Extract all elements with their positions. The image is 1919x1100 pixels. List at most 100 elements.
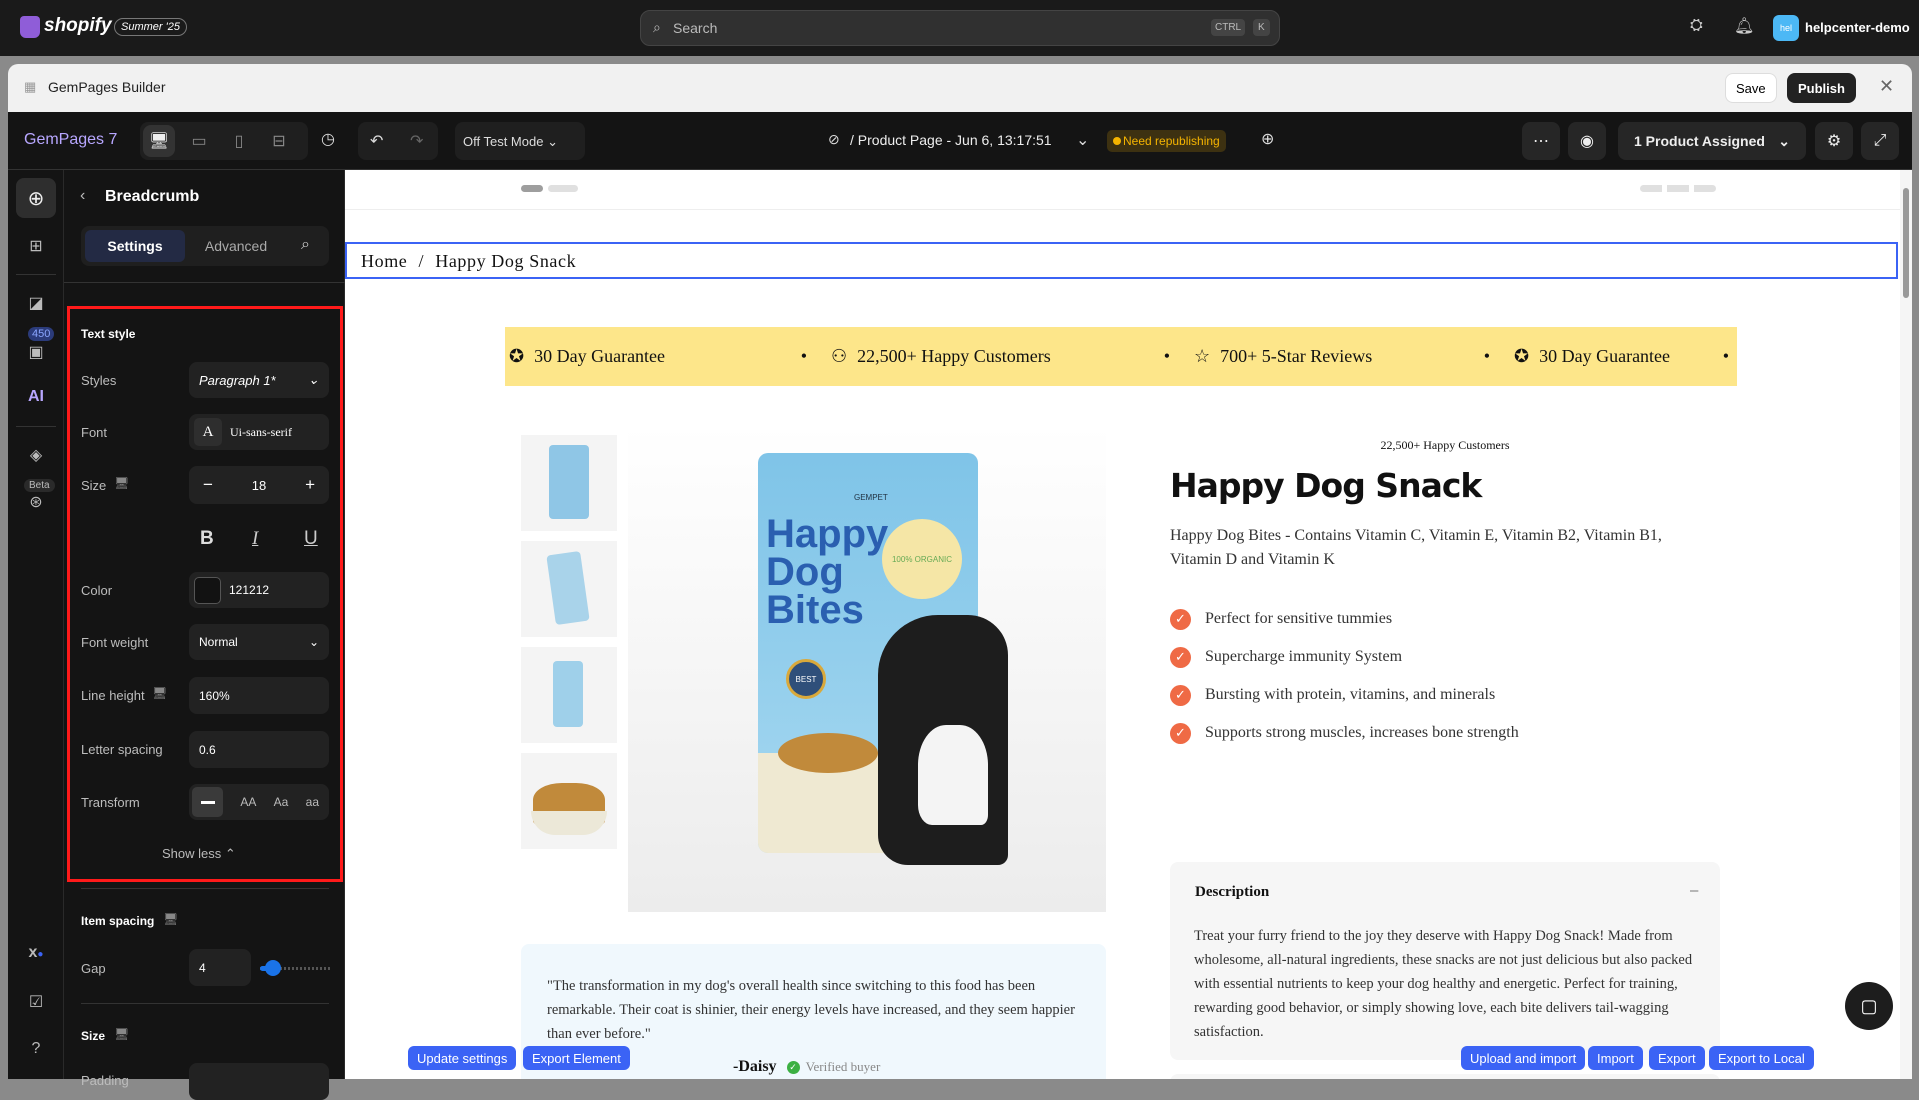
help-icon[interactable]: ? [8, 1040, 64, 1058]
description-title[interactable]: Description [1195, 884, 1269, 901]
underline-button[interactable]: U [304, 528, 318, 550]
pages-icon[interactable]: ◪ [8, 293, 64, 313]
history-icon[interactable]: ◷ [321, 129, 335, 149]
transform-uppercase[interactable]: AA [240, 795, 256, 809]
size-label: Size [81, 478, 107, 493]
search-input[interactable]: ⌕ Search CTRL K [640, 10, 1280, 46]
desktop-icon: 🖥︎ [152, 686, 168, 700]
undo-icon[interactable]: ↶ [370, 131, 383, 151]
ai-icon[interactable]: AI [8, 388, 64, 406]
decrement-button[interactable]: − [203, 475, 213, 495]
product-image[interactable]: GEMPET Happy Dog Bites 100% ORGANIC BEST [628, 425, 1106, 912]
export-button[interactable]: Export [1649, 1046, 1705, 1070]
upload-import-button[interactable]: Upload and import [1461, 1046, 1586, 1070]
dash-icon [200, 800, 215, 804]
collapse-icon[interactable]: – [1690, 882, 1698, 899]
more-button[interactable]: ⋯ [1522, 122, 1560, 160]
apps-icon[interactable]: ⛭ [1690, 17, 1703, 35]
layers-icon[interactable]: ◈ [8, 445, 64, 465]
test-mode-dropdown[interactable]: Off Test Mode ⌄ [455, 122, 585, 160]
chat-icon[interactable]: ▢ [1845, 982, 1893, 1030]
thumbnail[interactable] [521, 647, 617, 743]
chevron-down-icon: ⌄ [308, 372, 319, 387]
chevron-down-icon[interactable]: ⌄ [1076, 130, 1089, 150]
shopify-logo[interactable]: shopify [44, 15, 112, 37]
bag-text: Dog [766, 550, 844, 594]
color-swatch[interactable] [194, 576, 221, 604]
checklist-icon[interactable]: ☑ [8, 992, 64, 1012]
feature-item: ✓ Supercharge immunity System [1170, 638, 1519, 676]
chevron-up-icon: ⌃ [224, 846, 236, 861]
thumbnail[interactable] [521, 541, 617, 637]
thumbnail[interactable] [521, 435, 617, 531]
import-button[interactable]: Import [1588, 1046, 1643, 1070]
layout-icon[interactable]: ⊟ [263, 125, 295, 157]
app-title: GemPages Builder [48, 79, 166, 95]
apps-grid-icon[interactable]: ⊞ [8, 236, 64, 256]
breadcrumb[interactable]: Home / Happy Dog Snack [345, 242, 1898, 279]
export-local-button[interactable]: Export to Local [1709, 1046, 1814, 1070]
x-integration-icon[interactable]: x● [8, 944, 64, 962]
color-value[interactable]: 121212 [229, 583, 269, 597]
size-value[interactable]: 18 [252, 478, 266, 493]
pager-dot[interactable] [548, 185, 578, 192]
page-canvas: Home / Happy Dog Snack ✪ 30 Day Guarantee… [345, 170, 1900, 1079]
add-element-icon[interactable]: ⊕ [16, 178, 56, 218]
size-stepper[interactable]: − 18 + [189, 466, 329, 504]
interaction-icon[interactable]: ⊛ [8, 492, 64, 512]
kbd-k: K [1253, 19, 1270, 36]
publish-button[interactable]: Publish [1787, 73, 1856, 103]
bell-icon[interactable]: 🔔︎ [1734, 16, 1754, 36]
padding-input[interactable] [189, 1063, 329, 1100]
line-height-input[interactable]: 160% [189, 677, 329, 714]
breadcrumb-home[interactable]: Home [361, 251, 407, 271]
show-less-button[interactable]: Show less ⌃ [162, 846, 236, 862]
mobile-icon[interactable]: ▯ [223, 125, 255, 157]
save-button[interactable]: Save [1725, 73, 1777, 103]
verified-icon: ✓ [786, 1060, 800, 1074]
gear-icon[interactable]: ⚙ [1815, 122, 1853, 160]
icon-rail: ⊕ ⊞ ◪ 450 ▣ AI ◈ Beta ⊛ x● ☑ ? [8, 170, 64, 1079]
back-chevron-icon[interactable]: ‹ [80, 187, 85, 205]
font-weight-dropdown[interactable]: Normal ⌄ [189, 624, 329, 660]
product-assigned-dropdown[interactable]: 1 Product Assigned ⌄ [1618, 122, 1806, 160]
desktop-icon[interactable]: 🖥︎ [143, 125, 175, 157]
gap-input[interactable]: 4 [189, 949, 251, 986]
divider [16, 274, 56, 275]
styles-dropdown[interactable]: Paragraph 1* ⌄ [189, 362, 329, 398]
font-picker[interactable]: A Ui-sans-serif [189, 414, 329, 450]
scrollbar-thumb[interactable] [1903, 188, 1909, 298]
thumbnail[interactable] [521, 753, 617, 849]
preview-eye-icon[interactable]: ◉ [1568, 122, 1606, 160]
marquee-item: ✪ 30 Day Guarantee • [1510, 346, 1737, 367]
transform-none-button[interactable] [192, 787, 223, 817]
transform-lowercase[interactable]: aa [306, 795, 319, 809]
templates-icon[interactable]: ▣ [8, 342, 64, 362]
color-picker[interactable]: 121212 [189, 572, 329, 608]
bold-button[interactable]: B [200, 528, 214, 550]
gap-slider-thumb[interactable] [265, 960, 281, 976]
fullscreen-icon[interactable]: ⤢ [1861, 122, 1899, 160]
letter-spacing-input[interactable]: 0.6 [189, 731, 329, 768]
page-selector[interactable]: / Product Page - Jun 6, 13:17:51 [850, 132, 1052, 148]
canvas-scrollbar[interactable] [1900, 170, 1912, 1079]
globe-icon[interactable]: ⊕ [1261, 129, 1274, 149]
italic-button[interactable]: I [252, 528, 258, 550]
tab-settings[interactable]: Settings [85, 230, 185, 262]
tab-advanced[interactable]: Advanced [186, 230, 286, 262]
avatar[interactable]: hel [1773, 15, 1799, 41]
kibble [778, 733, 878, 773]
chevron-down-icon: ⌄ [1778, 132, 1790, 149]
update-settings-button[interactable]: Update settings [408, 1046, 517, 1070]
export-element-button[interactable]: Export Element [523, 1046, 630, 1070]
tablet-icon[interactable]: ▭ [183, 125, 215, 157]
store-name[interactable]: helpcenter-demo [1805, 20, 1910, 35]
next-accordion[interactable] [1170, 1074, 1720, 1079]
search-icon[interactable]: ⌕ [301, 236, 310, 254]
transform-capitalize[interactable]: Aa [274, 795, 289, 809]
redo-icon[interactable]: ↷ [410, 131, 423, 151]
close-icon[interactable]: ✕ [1879, 76, 1894, 97]
pager-dots-right[interactable] [1640, 185, 1716, 192]
increment-button[interactable]: + [305, 475, 315, 495]
pager-dot-active[interactable] [521, 185, 543, 192]
